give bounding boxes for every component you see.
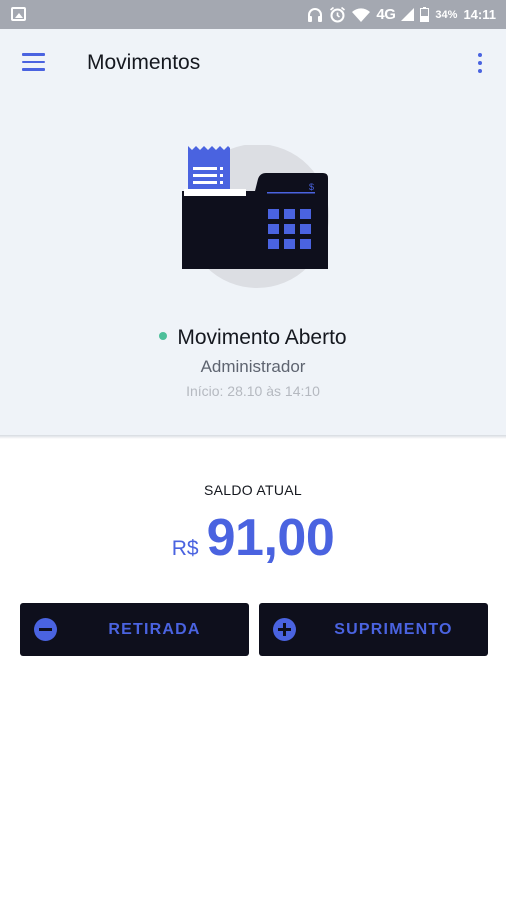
cash-register-illustration: $ — [182, 145, 329, 288]
battery-icon — [420, 7, 430, 22]
clock: 14:11 — [463, 7, 496, 22]
wifi-icon — [352, 7, 371, 22]
signal-icon — [401, 8, 415, 21]
more-vert-icon[interactable] — [474, 53, 486, 73]
balance-currency: R$ — [171, 537, 199, 560]
minus-circle-icon — [34, 618, 57, 641]
movement-user: Administrador — [200, 357, 306, 376]
movement-summary: $ Movimento Aberto Administrador Início:… — [0, 95, 506, 435]
headphones-icon — [307, 7, 323, 22]
withdraw-button-label: RETIRADA — [108, 621, 201, 638]
svg-text:$: $ — [309, 182, 314, 192]
page-title: Movimentos — [87, 51, 201, 74]
image-icon — [11, 7, 26, 21]
movement-status: Movimento Aberto — [0, 326, 506, 350]
movement-start-time: Início: 28.10 às 14:10 — [186, 383, 320, 399]
withdraw-button[interactable]: RETIRADA — [20, 603, 249, 656]
supply-button-label: SUPRIMENTO — [334, 621, 453, 638]
supply-button[interactable]: SUPRIMENTO — [259, 603, 488, 656]
balance-label: SALDO ATUAL — [204, 482, 302, 498]
menu-icon[interactable] — [22, 53, 45, 71]
status-indicator — [159, 332, 168, 341]
battery-level: 34% — [435, 8, 458, 21]
divider — [0, 435, 506, 439]
app-bar: Movimentos — [0, 29, 506, 95]
movement-status-label: Movimento Aberto — [177, 326, 347, 349]
alarm-icon — [329, 6, 346, 23]
status-bar: 4G 34% 14:11 — [0, 0, 506, 29]
network-type: 4G — [376, 6, 396, 23]
status-icons: 4G 34% 14:11 — [307, 0, 496, 29]
balance-amount: 91,00 — [206, 509, 335, 567]
plus-circle-icon — [273, 618, 296, 641]
balance-value: R$ 91,00 — [0, 508, 506, 568]
